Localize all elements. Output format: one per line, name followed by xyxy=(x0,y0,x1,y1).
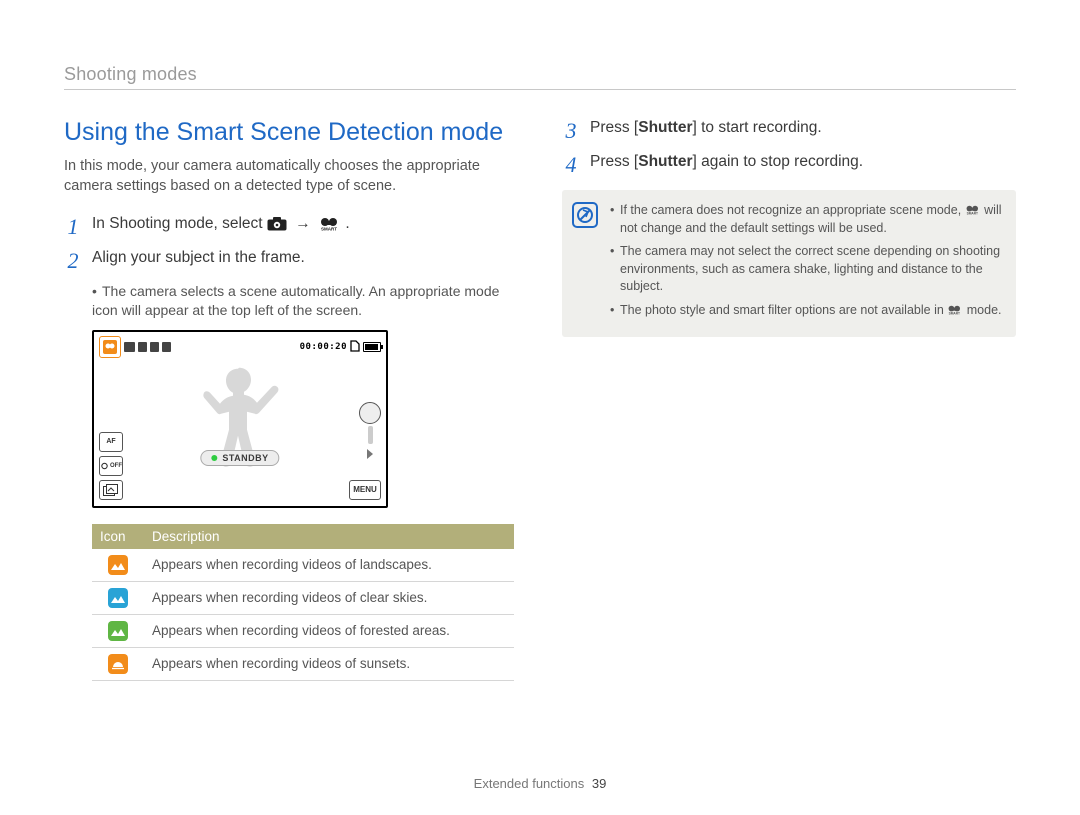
camera-preview: 00:00:20 STANDBY AF OFF xyxy=(92,330,388,508)
off-button: OFF xyxy=(99,456,123,476)
status-icon xyxy=(162,342,171,352)
smart-video-icon: SMART xyxy=(947,305,963,315)
intro-text: In this mode, your camera automatically … xyxy=(64,157,518,196)
svg-text:SMART: SMART xyxy=(949,311,960,314)
dial-icon xyxy=(359,402,381,424)
step-4: 4 Press [Shutter] again to stop recordin… xyxy=(562,152,1016,176)
step-number: 2 xyxy=(64,248,82,272)
arrow: → xyxy=(295,215,311,232)
note-box: If the camera does not recognize an appr… xyxy=(562,190,1016,337)
page-title: Using the Smart Scene Detection mode xyxy=(64,118,518,147)
step-4-body: Press [Shutter] again to stop recording. xyxy=(590,152,863,173)
th-desc: Description xyxy=(144,524,514,549)
record-indicator-icon xyxy=(211,455,217,461)
forest-icon xyxy=(108,621,128,641)
standby-badge: STANDBY xyxy=(200,450,279,466)
section-header: Shooting modes xyxy=(64,64,1016,90)
step-1-body: In Shooting mode, select → SMART . xyxy=(92,214,350,235)
standby-label: STANDBY xyxy=(222,453,268,463)
step-2-body: Align your subject in the frame. xyxy=(92,248,305,269)
step-2-sub: •The camera selects a scene automaticall… xyxy=(92,282,518,320)
table-row: Appears when recording videos of sunsets… xyxy=(92,647,514,680)
step-number: 4 xyxy=(562,152,580,176)
note-item: The camera may not select the correct sc… xyxy=(610,243,1002,296)
status-icon xyxy=(124,342,135,352)
step-number: 3 xyxy=(562,118,580,142)
step-1-suffix: . xyxy=(345,215,349,232)
camera-mode-icon xyxy=(267,217,287,231)
sunset-icon xyxy=(108,654,128,674)
row-desc: Appears when recording videos of foreste… xyxy=(144,614,514,647)
step-3: 3 Press [Shutter] to start recording. xyxy=(562,118,1016,142)
table-row: Appears when recording videos of landsca… xyxy=(92,549,514,582)
page-footer: Extended functions 39 xyxy=(0,776,1080,791)
note-icon xyxy=(572,202,598,228)
af-button: AF xyxy=(99,432,123,452)
scene-icon-table: Icon Description Appears when recording … xyxy=(92,524,514,681)
step-2-sub-text: The camera selects a scene automatically… xyxy=(92,283,499,318)
th-icon: Icon xyxy=(92,524,144,549)
note-item: The photo style and smart filter options… xyxy=(610,302,1002,320)
step-2: 2 Align your subject in the frame. xyxy=(64,248,518,272)
left-column: Using the Smart Scene Detection mode In … xyxy=(64,118,518,681)
status-icon xyxy=(150,342,159,352)
menu-button: MENU xyxy=(349,480,381,500)
sd-card-icon xyxy=(350,340,360,354)
landscape-icon xyxy=(108,555,128,575)
note-item: If the camera does not recognize an appr… xyxy=(610,202,1002,237)
table-row: Appears when recording videos of clear s… xyxy=(92,581,514,614)
step-number: 1 xyxy=(64,214,82,238)
smart-video-icon: SMART xyxy=(965,205,981,215)
status-icon xyxy=(138,342,147,352)
row-desc: Appears when recording videos of clear s… xyxy=(144,581,514,614)
footer-label: Extended functions xyxy=(474,776,585,791)
step-1: 1 In Shooting mode, select → SMART . xyxy=(64,214,518,238)
svg-text:SMART: SMART xyxy=(966,212,977,215)
preview-right-controls xyxy=(359,402,381,462)
timecode: 00:00:20 xyxy=(300,342,347,352)
row-desc: Appears when recording videos of landsca… xyxy=(144,549,514,582)
preview-left-buttons: AF OFF xyxy=(99,432,123,500)
step-1-prefix: In Shooting mode, select xyxy=(92,215,267,232)
gallery-button xyxy=(99,480,123,500)
svg-text:SMART: SMART xyxy=(321,227,337,232)
slider-icon xyxy=(368,426,373,444)
page-number: 39 xyxy=(592,776,606,791)
table-row: Appears when recording videos of foreste… xyxy=(92,614,514,647)
smart-mode-icon xyxy=(99,336,121,358)
battery-icon xyxy=(363,342,381,352)
smart-video-icon: SMART xyxy=(319,217,341,231)
play-icon xyxy=(367,449,373,459)
right-column: 3 Press [Shutter] to start recording. 4 … xyxy=(562,118,1016,681)
sky-icon xyxy=(108,588,128,608)
step-3-body: Press [Shutter] to start recording. xyxy=(590,118,822,139)
row-desc: Appears when recording videos of sunsets… xyxy=(144,647,514,680)
